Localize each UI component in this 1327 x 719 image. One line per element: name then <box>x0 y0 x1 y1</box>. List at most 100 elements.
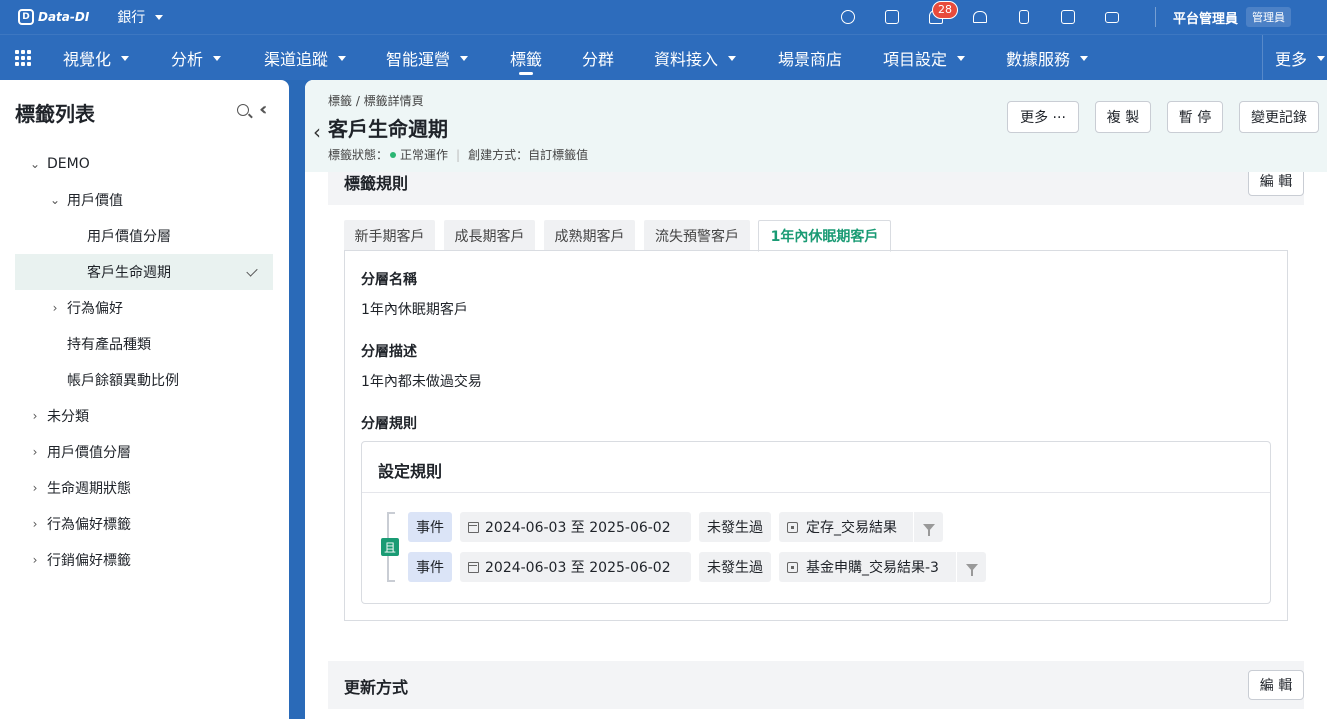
chevron-down-icon: ⌄ <box>49 193 61 207</box>
chevron-right-icon: › <box>32 517 38 531</box>
status-dot <box>390 151 397 158</box>
update-section-header: 更新方式 編 輯 <box>328 661 1304 709</box>
tree-node-marketing-tags[interactable]: › 行銷偏好標籤 <box>27 542 273 578</box>
nav-data-ingestion[interactable]: 資料接入 <box>654 35 737 81</box>
tab-dormant-customer[interactable]: 1年內休眠期客戶 <box>758 220 891 252</box>
tab-churn-warning-customer[interactable]: 流失預警客戶 <box>644 220 750 251</box>
org-selector[interactable]: 銀行 <box>117 7 164 27</box>
tree-node-lifecycle-status[interactable]: › 生命週期狀態 <box>27 470 273 506</box>
and-operator[interactable]: 且 <box>381 538 399 556</box>
tree-node-user-value[interactable]: ⌄ 用戶價值 <box>47 182 273 218</box>
nav-scene-store[interactable]: 場景商店 <box>778 35 842 81</box>
tree-node-user-value-tier-group[interactable]: › 用戶價值分層 <box>27 434 273 470</box>
layer-desc-value: 1年內都未做過交易 <box>361 374 482 390</box>
copy-button[interactable]: 複 製 <box>1095 101 1151 133</box>
logo-text: Data-DI <box>38 10 90 24</box>
page-title: 客戶生命週期 <box>328 117 448 141</box>
tree-node-behavior-preference[interactable]: › 行為偏好 <box>47 290 273 326</box>
chevron-down-icon <box>213 55 222 61</box>
chevron-down-icon <box>1317 55 1326 61</box>
date-range[interactable]: 2024-06-03 至 2025-06-02 <box>460 512 691 542</box>
nav-segments[interactable]: 分群 <box>582 35 614 81</box>
calendar-icon <box>468 521 479 533</box>
chevron-down-icon <box>155 14 164 20</box>
create-method: 創建方式：自訂標籤值 <box>468 148 589 162</box>
apps-grid-icon[interactable] <box>15 49 31 66</box>
layer-name-value: 1年內休眠期客戶 <box>361 302 468 318</box>
event-icon <box>787 561 798 573</box>
top-bar: D Data-DI 銀行 28 平台管理員 管理員 <box>0 0 1327 34</box>
event-icon <box>787 521 798 533</box>
tree-node-user-value-tier[interactable]: 用戶價值分層 <box>87 218 273 254</box>
check-icon <box>246 265 258 277</box>
tree-node-uncategorized[interactable]: › 未分類 <box>27 398 273 434</box>
search-icon[interactable] <box>237 104 249 116</box>
breadcrumb[interactable]: 標籤 / 標籤詳情頁 <box>328 92 424 109</box>
divider: | <box>456 147 461 162</box>
nav-visualization[interactable]: 視覺化 <box>63 35 130 81</box>
filter-icon <box>922 523 935 536</box>
condition-type[interactable]: 事件 <box>408 512 452 542</box>
logo[interactable]: D Data-DI <box>18 9 89 25</box>
chevron-right-icon: › <box>32 553 38 567</box>
logo-mark: D <box>18 9 34 25</box>
nav-data-service[interactable]: 數據服務 <box>1006 35 1089 81</box>
back-arrow-icon[interactable]: ‹ <box>313 120 321 144</box>
bell-icon[interactable]: 28 <box>928 1 958 25</box>
update-edit-button[interactable]: 編 輯 <box>1248 670 1304 700</box>
top-icon-group: 28 <box>840 0 1148 34</box>
tree-node-product-types[interactable]: 持有產品種類 <box>67 326 273 362</box>
chevron-down-icon <box>1080 55 1089 61</box>
condition-type[interactable]: 事件 <box>408 552 452 582</box>
mobile-icon[interactable] <box>1016 9 1032 25</box>
chevron-down-icon <box>728 55 737 61</box>
user-menu[interactable]: 平台管理員 管理員 <box>1173 0 1292 34</box>
filter-icon <box>965 563 978 576</box>
change-history-button[interactable]: 變更記錄 <box>1239 101 1319 133</box>
monitor-icon[interactable] <box>1104 9 1120 25</box>
condition-operator[interactable]: 未發生過 <box>699 552 771 582</box>
condition-operator[interactable]: 未發生過 <box>699 512 771 542</box>
help-icon[interactable] <box>884 9 900 25</box>
tree-node-customer-lifecycle[interactable]: 客戶生命週期 <box>15 254 273 290</box>
nav-analysis[interactable]: 分析 <box>171 35 222 81</box>
tree-node-balance-change[interactable]: 帳戶餘額異動比例 <box>67 362 273 398</box>
inbox-icon[interactable] <box>1060 9 1076 25</box>
tab-mature-customer[interactable]: 成熟期客戶 <box>544 220 635 251</box>
nav-smart-operations[interactable]: 智能運營 <box>386 35 469 81</box>
chevron-down-icon: ⌄ <box>29 157 41 171</box>
pause-button[interactable]: 暫 停 <box>1167 101 1223 133</box>
chevron-down-icon <box>460 55 469 61</box>
notification-badge: 28 <box>932 1 958 19</box>
admin-name: 平台管理員 <box>1173 11 1239 27</box>
filter-button[interactable] <box>956 552 986 582</box>
main-nav: 視覺化 分析 渠道追蹤 智能運營 標籤 分群 資料接入 場景商店 項目設定 數據… <box>0 34 1327 81</box>
nav-project-settings[interactable]: 項目設定 <box>883 35 966 81</box>
event-selector[interactable]: 基金申購_交易結果-3 <box>779 552 956 582</box>
event-selector[interactable]: 定存_交易結果 <box>779 512 913 542</box>
nav-more[interactable]: 更多 <box>1275 35 1326 81</box>
tree-node-behavior-tags[interactable]: › 行為偏好標籤 <box>27 506 273 542</box>
tree-node-demo[interactable]: ⌄ DEMO <box>27 146 273 182</box>
update-section-title: 更新方式 <box>344 678 409 697</box>
tab-growth-customer[interactable]: 成長期客戶 <box>444 220 535 251</box>
layer-name-label: 分層名稱 <box>361 272 417 288</box>
date-range[interactable]: 2024-06-03 至 2025-06-02 <box>460 552 691 582</box>
divider <box>1262 35 1263 81</box>
divider <box>362 492 1270 493</box>
filter-button[interactable] <box>913 512 943 542</box>
collapse-panel-icon[interactable]: ‹‹ <box>259 101 269 119</box>
nav-channel-tracking[interactable]: 渠道追蹤 <box>264 35 347 81</box>
tab-new-customer[interactable]: 新手期客戶 <box>344 220 435 251</box>
nav-tags[interactable]: 標籤 <box>510 35 542 81</box>
rule-box: 設定規則 且 事件 2024-06-03 至 2025-06-02 未發生過 定… <box>361 441 1271 604</box>
search-icon[interactable] <box>840 9 856 25</box>
layer-rule-label: 分層規則 <box>361 416 417 432</box>
stamp-icon[interactable] <box>972 9 988 25</box>
tab-content: 分層名稱 1年內休眠期客戶 分層描述 1年內都未做過交易 分層規則 設定規則 且… <box>344 250 1288 621</box>
calendar-icon <box>468 561 479 573</box>
chevron-down-icon <box>957 55 966 61</box>
tag-list-title: 標籤列表 <box>15 102 95 126</box>
status-badge: 正常運作 <box>400 148 449 162</box>
more-button[interactable]: 更多 ··· <box>1007 101 1079 133</box>
